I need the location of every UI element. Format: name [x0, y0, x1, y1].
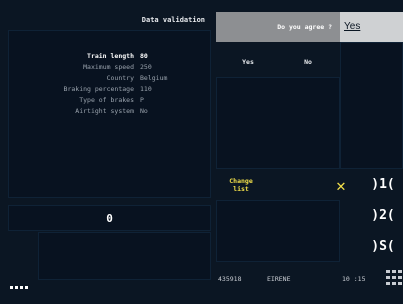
row-value: 110 [140, 85, 152, 93]
train-number: 435918 [218, 275, 242, 283]
data-row: Airtight system No [9, 107, 212, 115]
side-area-panel [340, 42, 403, 169]
grid-menu-icon[interactable] [386, 270, 402, 286]
row-label: Maximum speed [83, 63, 134, 71]
row-label: Train length [87, 52, 134, 60]
option-list: Yes No [216, 47, 340, 77]
row-label: Type of brakes [79, 96, 134, 104]
row-value: P [140, 96, 144, 104]
window-title: Data validation [141, 16, 205, 24]
confirm-x-icon[interactable]: ✕ [318, 174, 364, 198]
answer-field[interactable]: Yes [340, 12, 403, 42]
numeric-field[interactable]: 0 [8, 205, 211, 231]
status-marks-icon [10, 286, 34, 292]
options-area-panel [216, 77, 340, 169]
lower-left-panel [38, 232, 211, 280]
row-label: Braking percentage [63, 85, 134, 93]
data-row: Country Belgium [9, 74, 212, 82]
row-value: Belgium [140, 74, 168, 82]
side-button-2[interactable]: )2( [364, 203, 402, 229]
change-list-label-line2: list [233, 185, 249, 193]
question-prompt: Do you agree ? [216, 12, 340, 42]
change-list-label-line1: Change [229, 177, 253, 185]
clock-time: 10 :15 [342, 275, 366, 283]
row-value: No [140, 107, 148, 115]
data-row: Train length 80 [9, 52, 212, 60]
row-value: 80 [140, 52, 148, 60]
answer-value: Yes [344, 21, 361, 32]
side-button-s[interactable]: )S( [364, 234, 402, 260]
option-no[interactable]: No [280, 47, 336, 77]
data-row: Braking percentage 110 [9, 85, 212, 93]
row-label: Airtight system [75, 107, 134, 115]
row-label: Country [106, 74, 134, 82]
change-list-button[interactable]: Change list [218, 170, 264, 200]
row-value: 250 [140, 63, 152, 71]
data-row: Type of brakes P [9, 96, 212, 104]
option-yes[interactable]: Yes [220, 47, 276, 77]
side-button-1[interactable]: )1( [364, 172, 402, 198]
data-row: Maximum speed 250 [9, 63, 212, 71]
train-data-panel: Train length 80 Maximum speed 250 Countr… [8, 30, 211, 198]
lower-right-panel [216, 200, 340, 262]
network-name: EIRENE [267, 275, 291, 283]
